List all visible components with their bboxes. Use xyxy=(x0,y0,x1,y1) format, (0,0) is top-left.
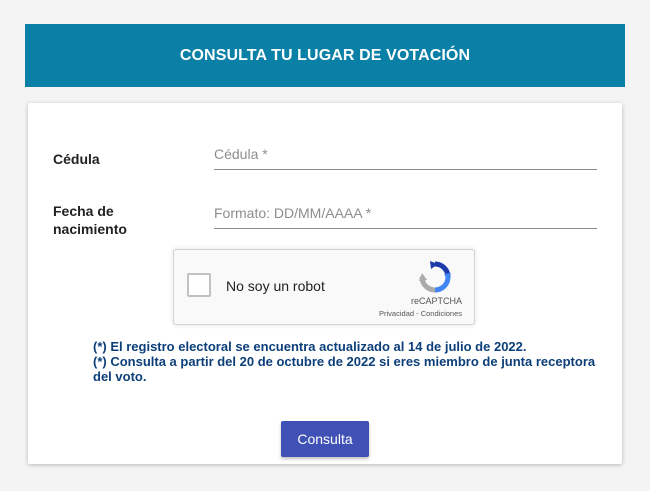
recaptcha-link-separator: - xyxy=(414,309,421,318)
form-card: Cédula Fecha de nacimiento No soy un rob… xyxy=(28,103,622,464)
consulta-button[interactable]: Consulta xyxy=(281,421,369,457)
recaptcha-logo-icon xyxy=(419,261,451,293)
fecha-nacimiento-label: Fecha de nacimiento xyxy=(53,202,127,238)
fecha-label-line1: Fecha de xyxy=(53,203,114,219)
note-junta-receptora: (*) Consulta a partir del 20 de octubre … xyxy=(93,354,596,384)
fecha-label-line2: nacimiento xyxy=(53,221,127,237)
recaptcha-terms-link[interactable]: Condiciones xyxy=(421,309,462,318)
info-notes: (*) El registro electoral se encuentra a… xyxy=(93,339,601,384)
recaptcha-brand: reCAPTCHA xyxy=(410,296,462,306)
note-registro: (*) El registro electoral se encuentra a… xyxy=(93,339,527,354)
recaptcha-label: No soy un robot xyxy=(226,278,325,294)
page-title: CONSULTA TU LUGAR DE VOTACIÓN xyxy=(179,46,471,64)
recaptcha-checkbox[interactable] xyxy=(187,273,211,297)
cedula-label: Cédula xyxy=(53,151,100,167)
fecha-nacimiento-input[interactable] xyxy=(214,198,597,229)
recaptcha-widget: No soy un robot reCAPTCHA Privacidad - C… xyxy=(173,249,475,325)
cedula-input[interactable] xyxy=(214,139,597,170)
page-header: CONSULTA TU LUGAR DE VOTACIÓN xyxy=(25,24,625,87)
recaptcha-links: Privacidad - Condiciones xyxy=(379,309,462,318)
recaptcha-privacy-link[interactable]: Privacidad xyxy=(379,309,414,318)
